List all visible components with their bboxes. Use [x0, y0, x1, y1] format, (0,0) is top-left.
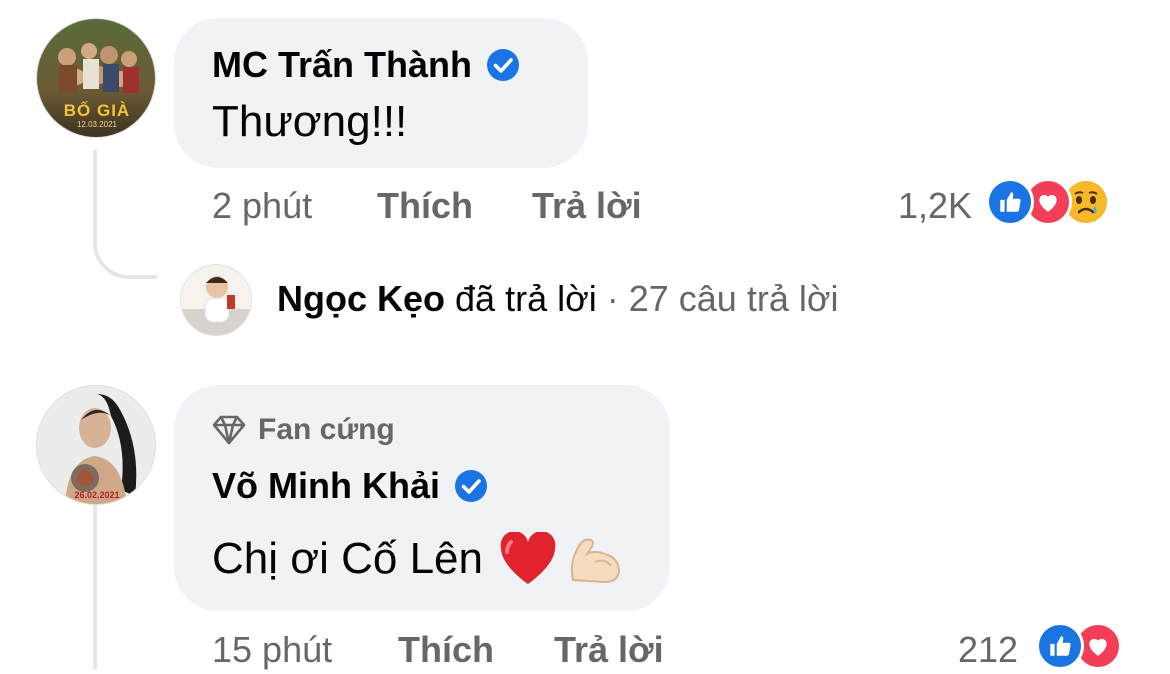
thread-line-bottom [93, 505, 97, 669]
reply-separator: · [606, 278, 619, 319]
profile-photo-image [37, 386, 155, 504]
badge-label: Fan cứng [258, 413, 395, 446]
red-heart-icon [499, 532, 557, 586]
reply-button[interactable]: Trả lời [532, 185, 642, 227]
comment-time[interactable]: 2 phút [212, 185, 312, 227]
avatar-vo-minh-khai[interactable]: 26.02.2021 [36, 385, 156, 505]
comment-text: Chị ơi Cố Lên [212, 534, 483, 583]
avatar-tran-thanh[interactable]: BỐ GIÀ 12.03.2021 [36, 18, 156, 138]
reply-count: 27 câu trả lời [628, 278, 839, 319]
diamond-icon [212, 415, 246, 445]
comment-author[interactable]: MC Trấn Thành [212, 44, 520, 86]
reply-button[interactable]: Trả lời [554, 629, 664, 671]
comment-time[interactable]: 15 phút [212, 629, 332, 671]
thread-line-top [93, 150, 157, 279]
like-icon [1036, 622, 1084, 670]
flexed-biceps-icon [565, 532, 623, 586]
comment-bubble[interactable]: MC Trấn Thành Thương!!! [174, 18, 588, 168]
avatar-title: BỐ GIÀ [63, 101, 131, 120]
like-button[interactable]: Thích [377, 185, 473, 227]
reply-summary[interactable]: Ngọc Kẹo đã trả lời · 27 câu trả lời [277, 278, 838, 320]
avatar-date: 12.03.2021 [76, 120, 118, 129]
comment-author[interactable]: Võ Minh Khải [212, 465, 488, 507]
like-button[interactable]: Thích [398, 629, 494, 671]
author-name[interactable]: MC Trấn Thành [212, 44, 472, 86]
reaction-count[interactable]: 1,2K [898, 185, 972, 227]
comment-text: Thương!!! [212, 97, 408, 146]
verified-badge-icon [454, 469, 488, 503]
comment-bubble[interactable]: Fan cứng Võ Minh Khải Chị ơi Cố Lên [174, 385, 670, 611]
fan-badge[interactable]: Fan cứng [212, 413, 395, 447]
reply-action: đã trả lời [455, 278, 597, 319]
comment-text-row: Chị ơi Cố Lên [212, 529, 623, 589]
reaction-count[interactable]: 212 [958, 629, 1018, 671]
verified-badge-icon [486, 48, 520, 82]
reaction-summary[interactable] [1036, 622, 1146, 674]
like-icon [986, 178, 1034, 226]
baby-photo-image [181, 265, 251, 335]
avatar-ngoc-keo[interactable] [180, 264, 252, 336]
reaction-summary[interactable] [986, 178, 1136, 230]
avatar-date: 26.02.2021 [74, 490, 120, 500]
reply-author[interactable]: Ngọc Kẹo [277, 278, 445, 319]
author-name[interactable]: Võ Minh Khải [212, 465, 440, 507]
